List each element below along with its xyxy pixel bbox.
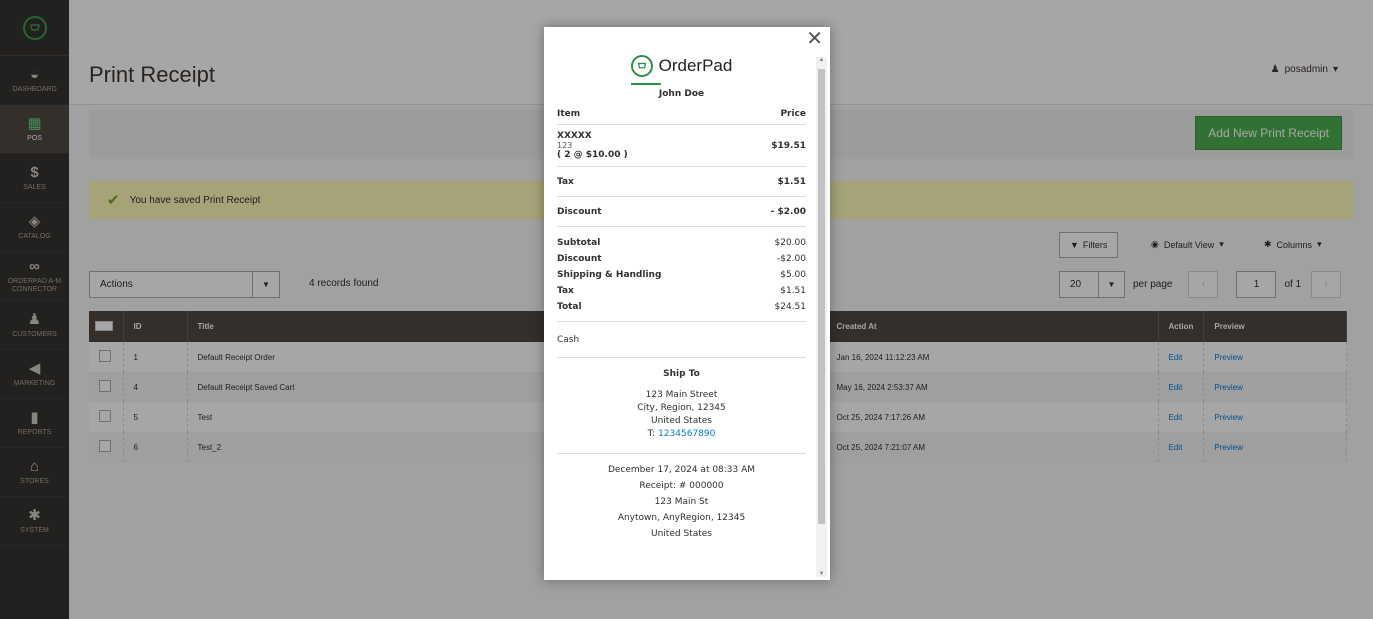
totals-value: $1.51: [780, 286, 806, 296]
totals-label: Subtotal: [557, 238, 601, 248]
totals-label: Tax: [557, 286, 574, 296]
close-icon[interactable]: ✕: [806, 28, 823, 50]
totals-value: $5.00: [780, 270, 806, 280]
customer-name: John Doe: [658, 89, 705, 99]
totals-row: Tax $1.51: [557, 283, 806, 299]
ship-street: 123 Main Street: [645, 390, 718, 400]
payment-method: Cash: [557, 322, 806, 358]
discount-label: Discount: [557, 206, 602, 217]
ship-phone: T: 1234567890: [557, 428, 806, 441]
totals-label: Discount: [557, 254, 602, 264]
modal-scrollbar[interactable]: ▲ ▼: [816, 57, 827, 577]
line-item: XXXXX 123 ( 2 @ $10.00 ) $19.51: [557, 125, 806, 167]
discount-value: - $2.00: [770, 206, 806, 217]
item-sku: 123: [557, 141, 573, 150]
totals-value: -$2.00: [776, 254, 806, 264]
totals-block: Subtotal $20.00 Discount -$2.00 Shipping & H…: [557, 227, 806, 322]
store-country: United States: [651, 529, 712, 539]
item-price: $19.51: [771, 140, 806, 151]
ship-country: United States: [651, 416, 712, 426]
scroll-up-icon[interactable]: ▲: [816, 57, 827, 63]
items-header: Item Price: [557, 103, 806, 125]
receipt-preview-modal: ✕ ▲ ▼ OrderPad John Doe Item Price XXXXX…: [544, 27, 830, 580]
ship-to-title: Ship To: [663, 369, 700, 379]
receipt-brand: OrderPad: [557, 49, 806, 83]
brand-underline: [631, 83, 661, 85]
scroll-down-icon[interactable]: ▼: [816, 571, 827, 577]
store-city: Anytown, AnyRegion, 12345: [617, 513, 746, 523]
tax-label: Tax: [557, 176, 574, 187]
totals-row: Total $24.51: [557, 299, 806, 315]
receipt: OrderPad John Doe Item Price XXXXX 123 (…: [557, 49, 806, 542]
item-name: XXXXX: [557, 131, 592, 141]
scrollbar-thumb[interactable]: [818, 69, 825, 524]
totals-row: Discount -$2.00: [557, 251, 806, 267]
totals-row: Shipping & Handling $5.00: [557, 267, 806, 283]
phone-prefix: T:: [647, 429, 659, 439]
brand-name: OrderPad: [658, 56, 733, 75]
discount-row: Discount - $2.00: [557, 197, 806, 227]
price-header: Price: [780, 108, 806, 119]
phone-link[interactable]: 1234567890: [658, 429, 715, 439]
tax-row: Tax $1.51: [557, 167, 806, 197]
totals-label: Total: [557, 302, 582, 312]
orderpad-logo-icon: [630, 55, 653, 77]
receipt-footer: December 17, 2024 at 08:33 AM Receipt: #…: [557, 454, 806, 542]
receipt-number: Receipt: # 000000: [639, 481, 724, 491]
item-qty: ( 2 @ $10.00 ): [557, 150, 628, 160]
ship-to-block: Ship To 123 Main Street City, Region, 12…: [557, 358, 806, 454]
item-header: Item: [557, 108, 581, 119]
totals-value: $20.00: [774, 238, 807, 248]
receipt-date: December 17, 2024 at 08:33 AM: [607, 465, 756, 475]
totals-label: Shipping & Handling: [557, 270, 662, 280]
tax-value: $1.51: [777, 176, 806, 187]
store-street: 123 Main St: [654, 497, 709, 507]
totals-row: Subtotal $20.00: [557, 235, 806, 251]
ship-city: City, Region, 12345: [637, 403, 726, 413]
totals-value: $24.51: [774, 302, 807, 312]
